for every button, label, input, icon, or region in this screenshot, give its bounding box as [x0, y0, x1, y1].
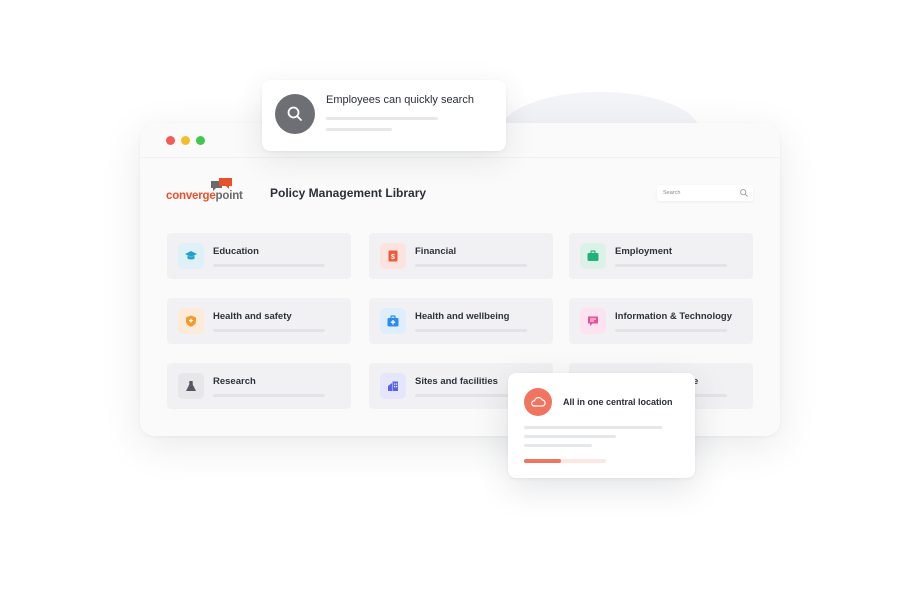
category-card-information-and-technology[interactable]: Information & Technology	[569, 298, 753, 344]
logo-wordmark: convergepoint	[166, 190, 243, 202]
category-label: Employment	[615, 246, 673, 257]
category-card-health-and-safety[interactable]: Health and safety	[167, 298, 351, 344]
flask-icon	[178, 373, 204, 399]
category-label: Health and wellbeing	[415, 311, 510, 322]
category-label: Education	[213, 246, 259, 257]
chat-icon	[580, 308, 606, 334]
medical-kit-icon	[380, 308, 406, 334]
category-label: Research	[213, 376, 256, 387]
search-box[interactable]	[657, 185, 753, 201]
search-feature-badge	[275, 94, 315, 134]
logo-text-point: point	[215, 190, 243, 202]
titlebar-divider	[140, 157, 780, 158]
category-card-health-and-wellbeing[interactable]: Health and wellbeing	[369, 298, 553, 344]
category-card-employment[interactable]: Employment	[569, 233, 753, 279]
central-location-title: All in one central location	[563, 397, 673, 407]
placeholder-line	[415, 329, 527, 332]
category-label: Information & Technology	[615, 311, 732, 322]
logo-text-converge: converge	[166, 190, 216, 202]
search-feature-title: Employees can quickly search	[326, 94, 474, 106]
progress-bar-fill	[524, 459, 561, 463]
search-icon	[287, 106, 302, 121]
building-icon	[380, 373, 406, 399]
progress-bar	[524, 459, 606, 463]
placeholder-line	[213, 394, 325, 397]
shield-icon	[178, 308, 204, 334]
search-feature-popup: Employees can quickly search	[262, 80, 506, 151]
svg-text:$: $	[391, 254, 395, 261]
category-label: Financial	[415, 246, 457, 257]
dollar-bill-icon: $	[380, 243, 406, 269]
central-location-popup: All in one central location	[508, 373, 695, 478]
placeholder-line	[326, 128, 392, 131]
category-label: Sites and facilities	[415, 376, 498, 387]
placeholder-line	[615, 264, 727, 267]
category-card-research[interactable]: Research	[167, 363, 351, 409]
category-card-education[interactable]: Education	[167, 233, 351, 279]
close-window-dot[interactable]	[166, 136, 175, 145]
placeholder-line	[524, 435, 616, 438]
convergepoint-logo[interactable]: convergepoint	[166, 177, 246, 205]
category-label: Health and safety	[213, 311, 292, 322]
maximize-window-dot[interactable]	[196, 136, 205, 145]
placeholder-line	[524, 444, 592, 447]
cloud-icon	[531, 396, 546, 407]
placeholder-line	[213, 329, 325, 332]
category-card-financial[interactable]: $ Financial	[369, 233, 553, 279]
briefcase-icon	[580, 243, 606, 269]
cloud-badge	[524, 388, 552, 416]
search-icon[interactable]	[739, 188, 749, 198]
search-input[interactable]	[663, 188, 733, 198]
page-title: Policy Management Library	[270, 186, 427, 200]
placeholder-line	[615, 329, 727, 332]
minimize-window-dot[interactable]	[181, 136, 190, 145]
placeholder-line	[213, 264, 325, 267]
graduation-cap-icon	[178, 243, 204, 269]
placeholder-line	[326, 117, 438, 120]
placeholder-line	[415, 264, 527, 267]
placeholder-line	[524, 426, 662, 429]
